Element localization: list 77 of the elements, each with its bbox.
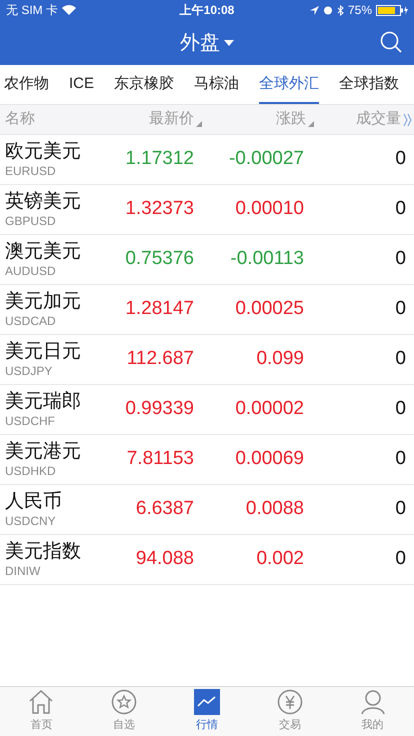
nav-tab[interactable]: 自选 [82,687,166,736]
search-button[interactable] [380,31,402,53]
market-dropdown[interactable]: 外盘 [180,28,234,58]
currency-name: 美元日元 [5,340,82,364]
column-header: 名称 [5,109,35,130]
volume-cell-text: 0 [395,297,406,322]
volume-cell-text: 0 [395,547,406,572]
nav-tab[interactable]: 交易 [248,687,332,736]
carrier-label: 无 SIM 卡 [6,2,58,19]
price-cell-text: 0.75376 [125,247,194,272]
change-cell-text: -0.00113 [230,247,304,272]
currency-name: 人民币 [5,490,63,514]
category-tab[interactable]: 马棕油 [194,65,240,104]
volume-cell-text: 0 [395,347,406,372]
change-cell-text: 0.00069 [235,447,304,472]
yen-icon [276,689,303,716]
volume-cell-text: 0 [395,447,406,472]
column-header[interactable]: 最新价 [149,108,194,131]
battery-percent: 75% [348,2,372,19]
change-cell-text: -0.00027 [228,147,304,172]
currency-code: USDHKD [5,464,57,479]
double-chevron-icon [403,112,412,126]
currency-code: GBPUSD [5,214,57,229]
currency-code: USDJPY [5,364,54,379]
location-icon [310,6,319,14]
category-tab[interactable]: 全球指数 [339,65,400,104]
volume-cell-text: 0 [395,147,406,172]
currency-code: USDCNY [5,514,57,529]
change-cell-text: 0.0088 [246,497,304,522]
currency-code: USDCAD [5,314,57,329]
home-icon [28,689,54,716]
volume-cell-text: 0 [395,397,406,422]
currency-name: 美元瑞郎 [5,390,82,414]
category-tab[interactable]: ICE [69,65,94,104]
currency-name: 美元指数 [5,540,82,564]
nav-tab[interactable]: 首页 [0,687,83,736]
price-cell-text: 1.32373 [125,197,194,222]
currency-code: USDCHF [5,414,56,429]
bluetooth-icon [336,4,344,16]
currency-code: EURUSD [5,164,57,179]
change-cell-text: 0.00010 [235,197,304,222]
currency-name: 英镑美元 [5,190,82,214]
change-cell-text: 0.00025 [235,297,304,322]
change-cell-text: 0.00002 [235,397,304,422]
price-cell-text: 7.81153 [126,447,194,472]
nav-tab[interactable]: 行情 [166,687,248,736]
category-tab[interactable]: 东京橡胶 [114,65,174,104]
price-cell-text: 94.088 [136,547,194,572]
wifi-icon [62,5,76,15]
caret-icon [224,40,234,46]
currency-code: DINIW [5,564,42,579]
currency-name: 美元加元 [5,290,82,314]
volume-cell-text: 0 [395,197,406,222]
price-cell-text: 112.687 [126,347,194,372]
nav-tab[interactable]: 我的 [331,687,414,736]
price-cell-text: 1.17312 [125,147,194,172]
search-icon [380,31,402,53]
price-cell-text: 1.28147 [125,297,194,322]
sort-icon [196,120,202,126]
column-header[interactable]: 涨跌 [276,108,306,131]
volume-cell-text: 0 [395,497,406,522]
sort-icon [308,120,314,126]
price-cell-text: 6.6387 [136,497,194,522]
category-tab[interactable]: 农作物 [4,65,49,104]
change-cell-text: 0.099 [256,347,304,372]
person-icon [360,689,386,716]
currency-name: 欧元美元 [5,140,82,164]
volume-cell-text: 0 [395,247,406,272]
currency-code: AUDUSD [5,264,57,279]
change-cell-text: 0.002 [256,547,304,572]
currency-name: 澳元美元 [5,240,82,264]
price-cell-text: 0.99339 [125,397,194,422]
battery-icon [376,4,408,16]
status-time: 上午10:08 [180,2,234,19]
currency-name: 美元港元 [5,440,82,464]
column-header[interactable]: 成交量 [356,108,401,131]
chart-icon [194,689,220,716]
